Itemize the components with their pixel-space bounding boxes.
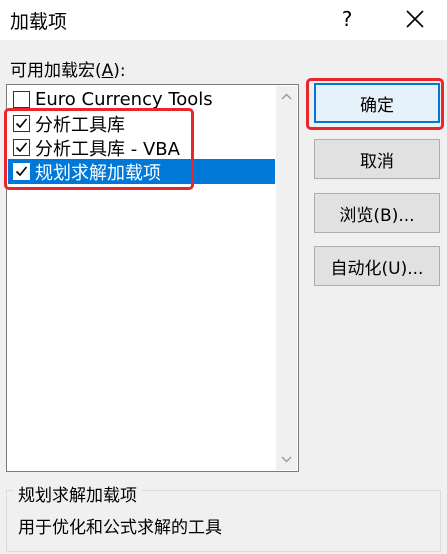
addin-label: 分析工具库 - VBA (35, 138, 180, 160)
scroll-up-arrow-icon[interactable] (276, 86, 297, 107)
scroll-down-arrow-icon[interactable] (276, 449, 297, 470)
addin-item-analysis-toolpak[interactable]: 分析工具库 (8, 111, 275, 136)
ok-button[interactable]: 确定 (314, 83, 440, 123)
available-addins-label: 可用加载宏(A): (10, 61, 126, 81)
help-button[interactable]: ? (332, 4, 362, 34)
close-icon[interactable] (402, 6, 428, 32)
addin-label: Euro Currency Tools (35, 89, 213, 110)
browse-button[interactable]: 浏览(B)... (314, 193, 440, 233)
description-text: 用于优化和公式求解的工具 (18, 518, 222, 538)
title-bar: 加载项 ? (0, 0, 447, 40)
dialog-title: 加载项 (10, 11, 68, 33)
vertical-scrollbar[interactable] (276, 86, 297, 470)
automation-button[interactable]: 自动化(U)... (314, 246, 440, 286)
addin-checkbox[interactable] (13, 139, 30, 156)
addin-label: 规划求解加载项 (35, 162, 161, 184)
addin-item-analysis-toolpak-vba[interactable]: 分析工具库 - VBA (8, 135, 275, 160)
addin-label: 分析工具库 (35, 114, 125, 136)
addin-checkbox[interactable] (13, 115, 30, 132)
addin-checkbox[interactable] (13, 163, 30, 180)
addin-checkbox[interactable] (13, 91, 30, 108)
addin-item-euro-currency-tools[interactable]: Euro Currency Tools (8, 87, 275, 112)
addins-listbox[interactable]: Euro Currency Tools 分析工具库 分析工具库 - VBA 规划… (6, 84, 299, 472)
cancel-button[interactable]: 取消 (314, 139, 440, 179)
description-title: 规划求解加载项 (14, 481, 141, 506)
addin-item-solver[interactable]: 规划求解加载项 (8, 159, 275, 184)
